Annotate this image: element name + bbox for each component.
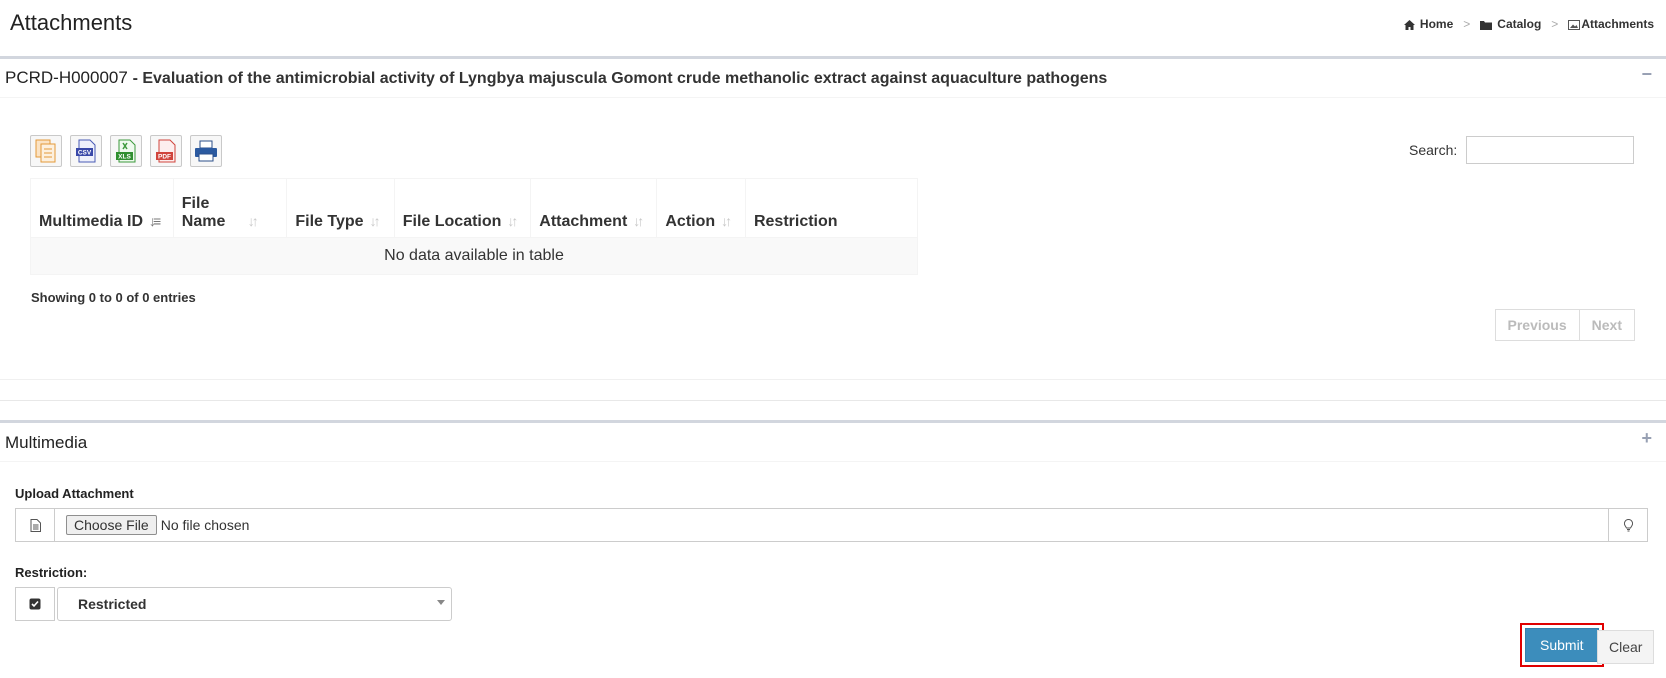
checkbox-addon bbox=[15, 587, 55, 621]
csv-button[interactable]: CSV bbox=[70, 135, 102, 167]
file-input[interactable]: Choose File No file chosen bbox=[55, 509, 1608, 541]
search-input[interactable] bbox=[1466, 136, 1634, 164]
collapse-button[interactable]: − bbox=[1641, 64, 1652, 85]
attachments-table: Multimedia ID ↓≡ File Name ↓↑ File Type ↓↑ … bbox=[30, 178, 919, 275]
clear-button[interactable]: Clear bbox=[1597, 630, 1655, 664]
choose-file-button[interactable]: Choose File bbox=[66, 515, 157, 535]
next-button[interactable]: Next bbox=[1579, 309, 1635, 341]
print-icon bbox=[195, 140, 217, 162]
file-text-icon bbox=[30, 518, 41, 532]
table-info: Showing 0 to 0 of 0 entries bbox=[31, 290, 196, 305]
sort-icon: ↓↑ bbox=[369, 213, 381, 229]
empty-message: No data available in table bbox=[30, 237, 918, 275]
home-link[interactable]: Home bbox=[1403, 17, 1453, 31]
svg-text:CSV: CSV bbox=[78, 150, 92, 157]
copy-button[interactable] bbox=[30, 135, 62, 167]
chevron-down-icon bbox=[437, 600, 445, 605]
hint-addon[interactable] bbox=[1608, 509, 1647, 541]
pdf-button[interactable]: PDF bbox=[150, 135, 182, 167]
upload-attachment-label: Upload Attachment bbox=[15, 486, 134, 501]
xls-icon: XLS bbox=[116, 139, 136, 163]
expand-button[interactable]: + bbox=[1641, 428, 1652, 449]
project-code: PCRD-H000007 bbox=[5, 68, 128, 87]
svg-text:XLS: XLS bbox=[118, 154, 131, 161]
breadcrumb: Home > Catalog > Attachments bbox=[1403, 17, 1654, 31]
search-label: Search: bbox=[1409, 142, 1458, 158]
page-title: Attachments bbox=[10, 10, 133, 35]
col-file-location[interactable]: File Location ↓↑ bbox=[394, 178, 532, 238]
upload-input-group: Choose File No file chosen bbox=[15, 508, 1648, 542]
pagination: Previous Next bbox=[1494, 309, 1635, 341]
home-icon bbox=[1403, 19, 1415, 30]
folder-icon bbox=[1480, 20, 1493, 30]
col-multimedia-id[interactable]: Multimedia ID ↓≡ bbox=[30, 178, 174, 238]
export-toolbar: CSV XLS PDF bbox=[30, 135, 222, 167]
table-header-row: Multimedia ID ↓≡ File Name ↓↑ File Type ↓↑ … bbox=[30, 178, 919, 238]
lightbulb-icon bbox=[1623, 518, 1633, 531]
submit-highlight: Submit bbox=[1520, 623, 1604, 667]
multimedia-box: Multimedia + bbox=[0, 420, 1666, 678]
col-file-type[interactable]: File Type ↓↑ bbox=[286, 178, 395, 238]
col-file-name[interactable]: File Name ↓↑ bbox=[173, 178, 288, 238]
previous-button[interactable]: Previous bbox=[1494, 309, 1580, 341]
catalog-link[interactable]: Catalog bbox=[1480, 17, 1541, 31]
checked-square-icon bbox=[29, 598, 41, 610]
table-empty-row: No data available in table bbox=[30, 237, 918, 275]
restriction-input-group: Restricted bbox=[15, 587, 452, 621]
box-header: PCRD-H000007 - Evaluation of the antimic… bbox=[0, 59, 1666, 98]
multimedia-title: Multimedia bbox=[5, 433, 88, 452]
file-status: No file chosen bbox=[160, 517, 250, 533]
print-button[interactable] bbox=[190, 135, 222, 167]
col-action[interactable]: Action ↓↑ bbox=[656, 178, 746, 238]
sort-icon: ↓↑ bbox=[507, 213, 518, 229]
sort-icon: ↓↑ bbox=[633, 213, 644, 229]
submit-button[interactable]: Submit bbox=[1525, 628, 1599, 662]
divider bbox=[0, 400, 1666, 401]
sort-icon: ↓↑ bbox=[247, 213, 259, 229]
csv-icon: CSV bbox=[76, 139, 96, 163]
project-name: - Evaluation of the antimicrobial activi… bbox=[132, 70, 1108, 87]
excel-button[interactable]: XLS bbox=[110, 135, 142, 167]
file-addon bbox=[16, 509, 55, 541]
project-title: PCRD-H000007 - Evaluation of the antimic… bbox=[5, 68, 1107, 88]
breadcrumb-separator: > bbox=[1463, 17, 1471, 31]
image-icon bbox=[1568, 19, 1581, 30]
breadcrumb-current: Attachments bbox=[1568, 17, 1654, 31]
pdf-icon: PDF bbox=[156, 139, 176, 163]
sort-asc-icon: ↓≡ bbox=[149, 213, 161, 229]
box-header: Multimedia + bbox=[0, 423, 1666, 462]
col-attachment[interactable]: Attachment ↓↑ bbox=[530, 178, 658, 238]
restriction-label: Restriction: bbox=[15, 565, 88, 580]
copy-icon bbox=[35, 139, 56, 163]
breadcrumb-separator: > bbox=[1551, 17, 1559, 31]
col-restriction: Restriction bbox=[745, 178, 919, 238]
sort-icon: ↓↑ bbox=[721, 213, 732, 229]
restriction-select[interactable]: Restricted bbox=[57, 587, 452, 621]
svg-text:PDF: PDF bbox=[158, 154, 171, 161]
